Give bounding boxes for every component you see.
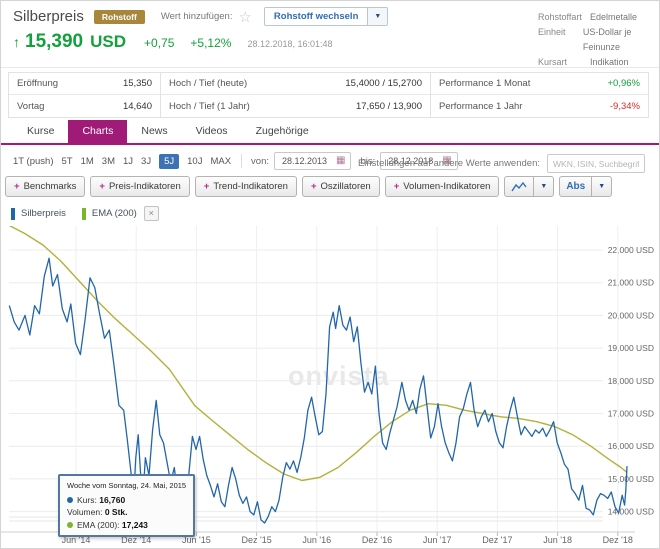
y-axis-label: 19,000 USD (608, 343, 654, 353)
x-axis-label: Jun '16 (302, 535, 331, 545)
y-axis-label: 22,000 USD (608, 245, 654, 255)
y-axis-label: 15,000 USD (608, 474, 654, 484)
x-axis-label: Dez '15 (241, 535, 271, 545)
quote-table: Eröffnung15,350 Hoch / Tief (heute)15,40… (8, 72, 649, 118)
tooltip-row-kurs: Kurs: 16,760 (67, 494, 186, 507)
range-3j[interactable]: 3J (141, 156, 151, 167)
y-axis-label: 18,000 USD (608, 376, 654, 386)
chevron-down-icon[interactable]: ▼ (591, 177, 611, 196)
ema-swatch (82, 208, 86, 220)
tab-videos[interactable]: Videos (182, 120, 242, 143)
asset-type-badge: Rohstoff (94, 10, 145, 24)
scale-button: Abs ▼ (559, 176, 612, 197)
x-axis-label: Dez '16 (362, 535, 392, 545)
calendar-icon[interactable]: ▦ (336, 156, 345, 166)
plus-icon: + (204, 181, 210, 192)
tab-charts[interactable]: Charts (68, 120, 127, 143)
plus-icon: + (99, 181, 105, 192)
table-cell: Hoch / Tief (1 Jahr)17,650 / 13,900 (160, 95, 430, 117)
price-up-arrow-icon: ↑ (13, 34, 20, 50)
plus-icon: + (14, 181, 20, 192)
switch-commodity-label: Rohstoff wechseln (265, 8, 367, 25)
tooltip-row-ema: EMA (200): 17,243 (67, 519, 186, 532)
range-5t[interactable]: 5T (61, 156, 72, 167)
y-axis-label: 16,000 USD (608, 441, 654, 451)
silberpreis-swatch (11, 208, 15, 220)
tooltip-title: Woche vom Sonntag, 24. Mai, 2015 (67, 480, 186, 493)
benchmarks-button[interactable]: +Benchmarks (5, 176, 85, 197)
range-1t[interactable]: 1T (push) (13, 156, 53, 167)
change-absolute: +0,75 (144, 36, 174, 50)
table-cell: Vortag14,640 (9, 95, 160, 117)
range-1m[interactable]: 1M (81, 156, 94, 167)
header-divider (1, 67, 660, 68)
section-tabs: Kurse Charts News Videos Zugehörige (13, 120, 323, 143)
tab-zugehoerige[interactable]: Zugehörige (242, 120, 323, 143)
tabs-underline (1, 143, 660, 145)
chart-type-button: ▼ (504, 176, 554, 197)
table-cell: Eröffnung15,350 (9, 73, 160, 95)
preis-indikatoren-button[interactable]: +Preis-Indikatoren (90, 176, 189, 197)
y-axis-label: 17,000 USD (608, 409, 654, 419)
x-axis-label: Dez '17 (482, 535, 512, 545)
info-row: EinheitUS-Dollar je Feinunze (538, 25, 659, 55)
range-5j-active[interactable]: 5J (159, 154, 179, 169)
table-cell: Performance 1 Jahr-9,34% (430, 95, 648, 117)
x-axis-label: Dez '18 (603, 535, 633, 545)
switch-commodity-button[interactable]: Rohstoff wechseln ▼ (264, 7, 388, 26)
change-percent: +5,12% (190, 36, 231, 50)
tab-kurse[interactable]: Kurse (13, 120, 68, 143)
legend-label-silberpreis: Silberpreis (21, 208, 66, 219)
currency-label: USD (90, 32, 126, 52)
chevron-down-icon[interactable]: ▼ (533, 177, 553, 196)
range-3m[interactable]: 3M (102, 156, 115, 167)
x-axis-label: Jun '18 (543, 535, 572, 545)
table-cell: Hoch / Tief (heute)15,4000 / 15,2700 (160, 73, 430, 95)
price-row: ↑ 15,390 USD +0,75 +5,12% 28.12.2018, 16… (13, 31, 333, 53)
from-label: von: (251, 156, 269, 167)
page-title: Silberpreis (13, 8, 84, 25)
info-row: RohstoffartEdelmetalle (538, 10, 659, 25)
range-10j[interactable]: 10J (187, 156, 202, 167)
chevron-down-icon[interactable]: ▼ (367, 8, 387, 25)
tooltip-row-volumen: Volumen: 0 Stk. (67, 506, 186, 519)
volumen-indikatoren-button[interactable]: +Volumen-Indikatoren (385, 176, 500, 197)
table-cell: Performance 1 Monat+0,96% (430, 73, 648, 95)
line-chart-icon[interactable] (505, 177, 533, 196)
blue-dot-icon (67, 497, 73, 503)
header: Silberpreis Rohstoff Wert hinzufügen: ☆ … (13, 7, 388, 26)
chart-legend: Silberpreis EMA (200) × (11, 206, 159, 221)
y-axis-label: 20,000 USD (608, 310, 654, 320)
y-axis-label: 14,000 USD (608, 507, 654, 517)
divider (241, 154, 242, 168)
tab-news[interactable]: News (127, 120, 181, 143)
trend-indikatoren-button[interactable]: +Trend-Indikatoren (195, 176, 297, 197)
from-date-input[interactable] (280, 155, 336, 167)
onvista-silberpreis-page: Silberpreis Rohstoff Wert hinzufügen: ☆ … (0, 0, 660, 549)
add-value-label: Wert hinzufügen: (161, 11, 233, 22)
watchlist-star-icon[interactable]: ☆ (238, 8, 251, 26)
quote-timestamp: 28.12.2018, 16:01:48 (247, 39, 332, 49)
from-date-box: ▦ (274, 152, 351, 170)
y-axis-label: 21,000 USD (608, 278, 654, 288)
ema-line (9, 226, 627, 481)
chart-area[interactable]: onvista 22,000 USD21,000 USD20,000 USD19… (1, 223, 660, 549)
close-icon[interactable]: × (144, 206, 159, 221)
plus-icon: + (394, 181, 400, 192)
x-axis-label: Jun '17 (423, 535, 452, 545)
apply-settings-label: Einstellungen auf andere Werte anwenden: (358, 158, 540, 169)
apply-settings: Einstellungen auf andere Werte anwenden: (358, 154, 645, 173)
oszillatoren-button[interactable]: +Oszillatoren (302, 176, 380, 197)
plus-icon: + (311, 181, 317, 192)
range-1j[interactable]: 1J (123, 156, 133, 167)
range-max[interactable]: MAX (210, 156, 231, 167)
chart-tooltip: Woche vom Sonntag, 24. Mai, 2015 Kurs: 1… (58, 474, 195, 537)
search-input[interactable] (547, 154, 645, 173)
scale-abs-label[interactable]: Abs (560, 177, 591, 196)
legend-label-ema: EMA (200) (92, 208, 137, 219)
instrument-info: RohstoffartEdelmetalle EinheitUS-Dollar … (538, 10, 659, 70)
current-price: 15,390 (25, 31, 83, 53)
indicator-toolbar: +Benchmarks +Preis-Indikatoren +Trend-In… (5, 176, 617, 197)
green-dot-icon (67, 522, 73, 528)
